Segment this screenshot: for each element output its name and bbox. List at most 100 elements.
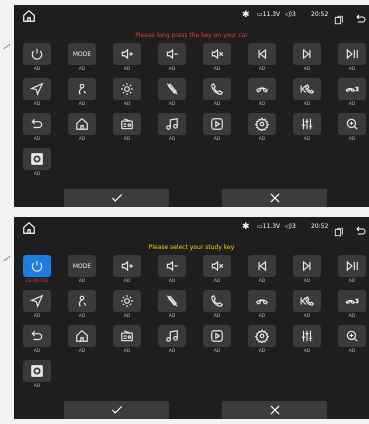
key-label: AD: [348, 349, 356, 354]
key-volume-up[interactable]: [113, 255, 141, 277]
key-brightness[interactable]: [113, 78, 141, 100]
key-home[interactable]: [68, 113, 96, 135]
camera-icon: [30, 152, 44, 166]
confirm-button[interactable]: [64, 189, 169, 207]
key-mic-off[interactable]: [158, 290, 186, 312]
key-label: AD: [168, 279, 176, 284]
brightness-icon: [120, 82, 134, 96]
key-play-pause[interactable]: [338, 255, 366, 277]
key-settings[interactable]: [248, 325, 276, 347]
recent-apps-icon[interactable]: [334, 10, 344, 25]
key-call-hangup[interactable]: [248, 290, 276, 312]
key-video[interactable]: [203, 113, 231, 135]
key-video[interactable]: [203, 325, 231, 347]
key-label: AD: [33, 384, 41, 389]
key-text: MODE: [72, 50, 92, 58]
key-navigation[interactable]: [23, 78, 51, 100]
clock: 20:52: [311, 11, 329, 18]
key-power[interactable]: [23, 43, 51, 65]
mic-off-icon: [165, 294, 179, 308]
key-music[interactable]: [158, 325, 186, 347]
key-settings[interactable]: [248, 113, 276, 135]
status-bar: ✱ ▭11.3V ◁)3 20:52: [14, 217, 369, 239]
key-volume-up[interactable]: [113, 43, 141, 65]
key-call-answer[interactable]: [203, 78, 231, 100]
key-back[interactable]: [23, 113, 51, 135]
key-mic-off[interactable]: [158, 78, 186, 100]
key-call-answer[interactable]: [203, 290, 231, 312]
edge-mark-top: [3, 43, 11, 50]
key-previous-track[interactable]: [248, 255, 276, 277]
key-search[interactable]: [338, 113, 366, 135]
key-equalizer[interactable]: [293, 113, 321, 135]
key-call-hangup[interactable]: [248, 78, 276, 100]
call-hangup-icon: [255, 294, 269, 308]
volume-down-icon: [165, 47, 179, 61]
voice-icon: [75, 82, 89, 96]
home-icon[interactable]: [22, 8, 36, 22]
call-next-icon: [345, 82, 359, 96]
key-call-previous[interactable]: [293, 78, 321, 100]
key-next-track[interactable]: [293, 255, 321, 277]
search-icon: [345, 117, 359, 131]
key-label: AD: [78, 349, 86, 354]
key-home[interactable]: [68, 325, 96, 347]
key-label: AD: [303, 102, 311, 107]
key-call-next[interactable]: [338, 290, 366, 312]
key-mode[interactable]: MODE: [68, 255, 96, 277]
key-navigation[interactable]: [23, 290, 51, 312]
key-radio[interactable]: [113, 325, 141, 347]
key-voice[interactable]: [68, 78, 96, 100]
key-call-next[interactable]: [338, 78, 366, 100]
recent-apps-icon[interactable]: [334, 222, 344, 237]
key-label: AD: [33, 172, 41, 177]
key-play-pause[interactable]: [338, 43, 366, 65]
instruction-prompt: Please select your study key: [148, 244, 235, 251]
key-equalizer[interactable]: [293, 325, 321, 347]
key-label: AD: [303, 279, 311, 284]
back-arrow-icon[interactable]: [355, 10, 367, 23]
key-back[interactable]: [23, 325, 51, 347]
key-mute[interactable]: [203, 255, 231, 277]
next-track-icon: [300, 259, 314, 273]
close-icon: [268, 191, 282, 205]
key-camera[interactable]: [23, 148, 51, 170]
key-label: AD: [303, 349, 311, 354]
search-icon: [345, 329, 359, 343]
key-label: AD: [168, 67, 176, 72]
key-radio[interactable]: [113, 113, 141, 135]
key-label: AD: [33, 314, 41, 319]
home-icon: [75, 117, 89, 131]
settings-icon: [255, 117, 269, 131]
music-icon: [165, 329, 179, 343]
key-label: AD: [258, 102, 266, 107]
instruction-prompt: Please long press the key on your car: [135, 32, 248, 39]
music-icon: [165, 117, 179, 131]
key-label: AD: [213, 137, 221, 142]
key-music[interactable]: [158, 113, 186, 135]
home-icon[interactable]: [22, 220, 36, 234]
key-camera[interactable]: [23, 360, 51, 382]
key-power[interactable]: [23, 255, 51, 277]
key-study-screen-2: ✱ ▭11.3V ◁)3 20:52 Please select your study …: [14, 217, 369, 419]
key-volume-down[interactable]: [158, 43, 186, 65]
brightness-icon: [120, 294, 134, 308]
key-previous-track[interactable]: [248, 43, 276, 65]
cancel-button[interactable]: [222, 189, 327, 207]
key-label: AD: [33, 137, 41, 142]
key-voice[interactable]: [68, 290, 96, 312]
key-call-previous[interactable]: [293, 290, 321, 312]
key-mode[interactable]: MODE: [68, 43, 96, 65]
mute-icon: [210, 47, 224, 61]
key-mute[interactable]: [203, 43, 231, 65]
volume-up-icon: [120, 259, 134, 273]
key-brightness[interactable]: [113, 290, 141, 312]
confirm-button[interactable]: [64, 401, 169, 419]
key-label: AD: [123, 137, 131, 142]
key-volume-down[interactable]: [158, 255, 186, 277]
key-search[interactable]: [338, 325, 366, 347]
back-arrow-icon[interactable]: [355, 222, 367, 235]
cancel-button[interactable]: [222, 401, 327, 419]
key-next-track[interactable]: [293, 43, 321, 65]
check-icon: [110, 191, 124, 205]
